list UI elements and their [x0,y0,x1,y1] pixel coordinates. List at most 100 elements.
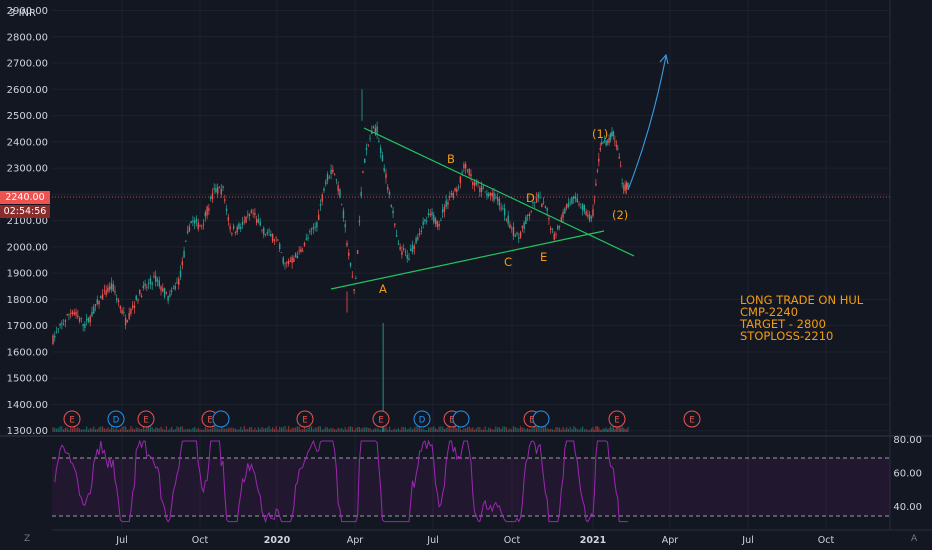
volume-bar [231,427,233,432]
candle-body [601,142,603,145]
wave-label-c: C [504,255,513,269]
volume-bar [300,429,302,432]
volume-bar [148,426,150,432]
candle-body [317,214,320,221]
candle-body [440,220,442,222]
candle-body [94,304,97,307]
volume-bar [527,428,529,432]
volume-bar [583,429,585,432]
candle-body [330,169,332,175]
volume-bar [158,428,160,432]
candle-body [146,286,148,288]
volume-bar [57,428,59,432]
event-marker[interactable] [212,410,230,428]
volume-bar [388,426,391,432]
volume-bar [229,427,231,432]
candle-body [248,214,251,216]
candle-body [124,317,127,326]
volume-bar [213,426,215,432]
candle-body [98,300,100,305]
volume-bar [511,429,513,432]
candle-body [539,196,541,198]
candle-body [562,211,564,218]
candle-body [179,270,182,277]
candle-body [165,292,168,294]
volume-bar [339,428,341,432]
event-marker[interactable] [532,410,550,428]
volume-bar [171,426,173,432]
volume-bar [424,429,426,432]
candle-body [197,222,199,229]
volume-bar [475,428,477,432]
candle-body [621,183,623,184]
price-tick-label: 2700.00 [7,59,48,70]
volume-bar [55,428,58,432]
time-tick-label: Oct [192,535,209,546]
candle-body [309,231,311,233]
candle-body [245,216,247,223]
auto-scale-toggle[interactable]: A [911,534,917,544]
volume-bar [466,426,469,432]
candle-body [217,187,219,194]
currency-code: INR [18,8,36,19]
candle-body [408,258,410,260]
candle-body [514,235,516,237]
currency-prefix: 3 [9,8,16,19]
candle-body [376,126,378,134]
candle-body [493,192,495,201]
candle-body [325,181,327,185]
volume-bar [429,427,431,432]
zoom-toggle[interactable]: Z [24,534,30,544]
candle-body [277,239,279,241]
volume-bar [80,429,82,432]
candle-body [355,278,357,279]
candle-body [339,189,341,198]
volume-bar [172,429,175,432]
volume-bar [261,426,263,432]
volume-bar [553,429,555,432]
candle-body [188,226,191,232]
currency-label[interactable]: 3 INR [9,8,36,19]
candle-body [426,220,428,222]
volume-bar [197,427,199,432]
volume-bar [201,429,203,432]
candle-body [204,212,207,217]
volume-bar [107,427,109,432]
candle-body [112,284,114,292]
candle-body [482,188,485,190]
volume-bar [367,428,369,432]
candle-body [105,290,107,295]
candle-body [496,197,499,201]
candle-body [415,238,417,244]
candle-body [404,251,407,253]
volume-bar [316,427,318,432]
event-marker[interactable] [452,410,470,428]
volume-bar [305,428,307,432]
candle-body [55,331,58,333]
candle-body [526,214,529,216]
volume-bar [566,427,568,432]
volume-bar [514,427,516,432]
candle-body [598,158,600,162]
candle-body [337,185,339,192]
candle-body [441,209,444,213]
volume-bar [291,427,293,432]
trade-note: LONG TRADE ON HUL CMP-2240 TARGET - 2800… [740,294,863,342]
candle-body [332,169,334,173]
volume-bar [482,429,484,432]
volume-bar [163,429,166,432]
candle-body [567,203,570,207]
candle-body [516,232,518,234]
candle-body [463,164,465,169]
wave-label-d: D [526,191,535,205]
volume-bar [376,428,378,432]
volume-bar [149,426,152,432]
candle-body [480,185,483,193]
candle-body [163,288,166,297]
volume-bar [206,428,208,432]
volume-bar [61,426,63,432]
volume-bar [427,427,430,432]
volume-bar [589,429,591,432]
volume-bar [489,428,492,432]
candle-body [78,318,81,322]
